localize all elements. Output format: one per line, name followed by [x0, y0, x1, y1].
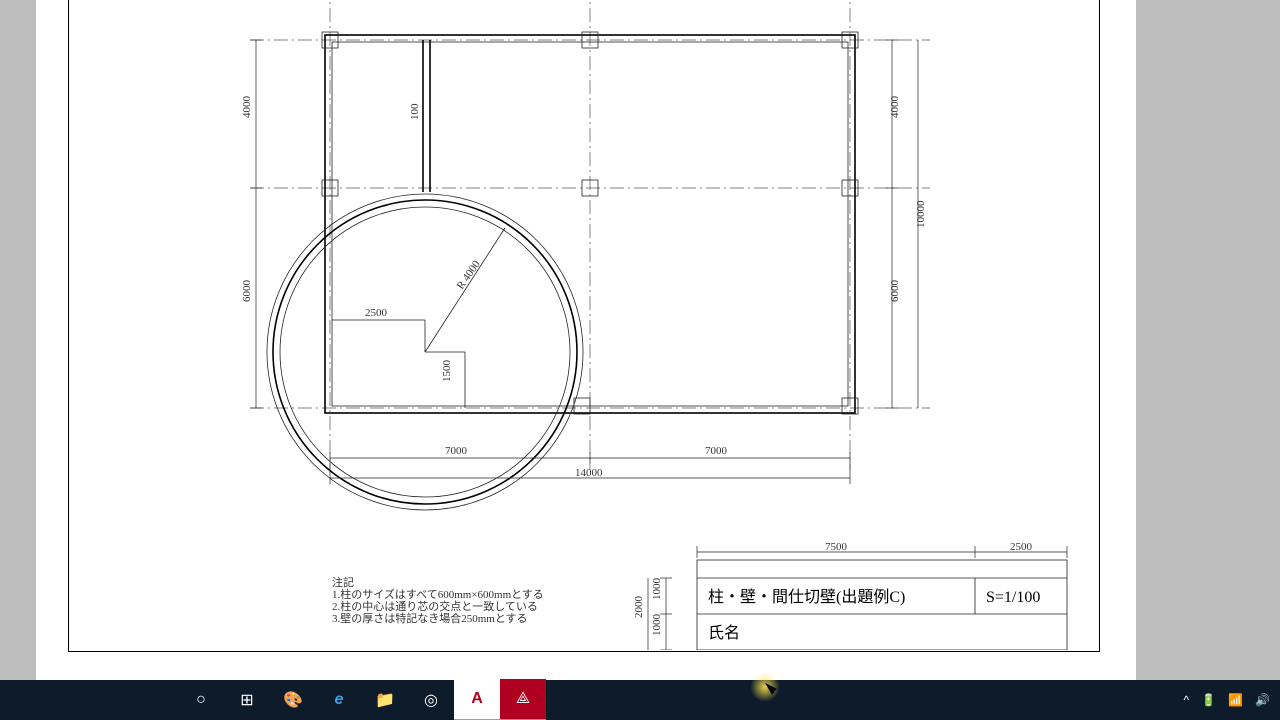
system-tray[interactable]: ^ 🔋 📶 🔊: [1184, 693, 1280, 707]
svg-text:氏名: 氏名: [708, 624, 740, 642]
svg-text:2500: 2500: [1010, 541, 1033, 553]
dim-inner-w: 2500: [365, 307, 388, 319]
svg-text:6000: 6000: [889, 280, 901, 303]
svg-text:10000: 10000: [915, 200, 927, 228]
svg-text:7500: 7500: [825, 541, 848, 553]
svg-text:1000: 1000: [651, 614, 663, 637]
tray-up-icon[interactable]: ^: [1184, 693, 1190, 707]
svg-text:6000: 6000: [241, 280, 253, 303]
dim-partition: 100: [409, 103, 421, 120]
svg-text:柱・壁・間仕切壁(出題例C): 柱・壁・間仕切壁(出題例C): [708, 587, 905, 606]
taskbar-edge-icon[interactable]: e: [316, 680, 362, 720]
taskbar-taskview-icon[interactable]: ⊞: [224, 680, 270, 720]
taskbar-paint-icon[interactable]: 🎨: [270, 680, 316, 720]
svg-text:1000: 1000: [651, 578, 663, 601]
taskbar-acrobat-icon[interactable]: ⟁: [500, 679, 546, 720]
tray-volume-icon[interactable]: 🔊: [1255, 693, 1270, 707]
dim-inner-h: 1500: [441, 360, 453, 383]
svg-text:注記: 注記: [332, 575, 354, 589]
taskbar-autocad-icon[interactable]: A: [454, 679, 500, 720]
svg-text:2000: 2000: [633, 596, 645, 619]
tray-battery-icon[interactable]: 🔋: [1201, 693, 1216, 707]
dim-left: 4000 6000: [241, 40, 262, 408]
taskbar-explorer-icon[interactable]: 📁: [362, 680, 408, 720]
svg-text:3.壁の厚さは特記なき場合250mmとする: 3.壁の厚さは特記なき場合250mmとする: [332, 611, 528, 625]
svg-text:14000: 14000: [575, 467, 603, 479]
svg-text:1.柱のサイズはすべて600mm×600mmとする: 1.柱のサイズはすべて600mm×600mmとする: [332, 587, 544, 601]
taskbar-cortana-icon[interactable]: ○: [178, 680, 224, 720]
svg-text:7000: 7000: [445, 445, 468, 457]
tray-wifi-icon[interactable]: 📶: [1228, 693, 1243, 707]
svg-text:S=1/100: S=1/100: [986, 589, 1040, 606]
taskbar: ○ ⊞ 🎨 e 📁 ◎ A ⟁ ^ 🔋 📶 🔊: [0, 680, 1280, 720]
title-block: 7500 2500 1000 1000 2000 柱・壁・間仕切壁(出題例C) …: [633, 541, 1067, 650]
svg-text:4000: 4000: [241, 96, 253, 119]
viewport: R 4000 2500 1500 100 4000 6000 4000 6000…: [0, 0, 1280, 720]
dim-radius: R 4000: [455, 258, 484, 292]
cad-drawing: R 4000 2500 1500 100 4000 6000 4000 6000…: [100, 0, 1100, 650]
svg-text:4000: 4000: [889, 96, 901, 119]
svg-text:2.柱の中心は通り芯の交点と一致している: 2.柱の中心は通り芯の交点と一致している: [332, 599, 538, 613]
taskbar-chrome-icon[interactable]: ◎: [408, 680, 454, 720]
svg-text:7000: 7000: [705, 445, 728, 457]
drawing-notes: 注記 1.柱のサイズはすべて600mm×600mmとする 2.柱の中心は通り芯の…: [332, 575, 544, 625]
dim-right: 4000 6000 10000: [886, 40, 927, 408]
